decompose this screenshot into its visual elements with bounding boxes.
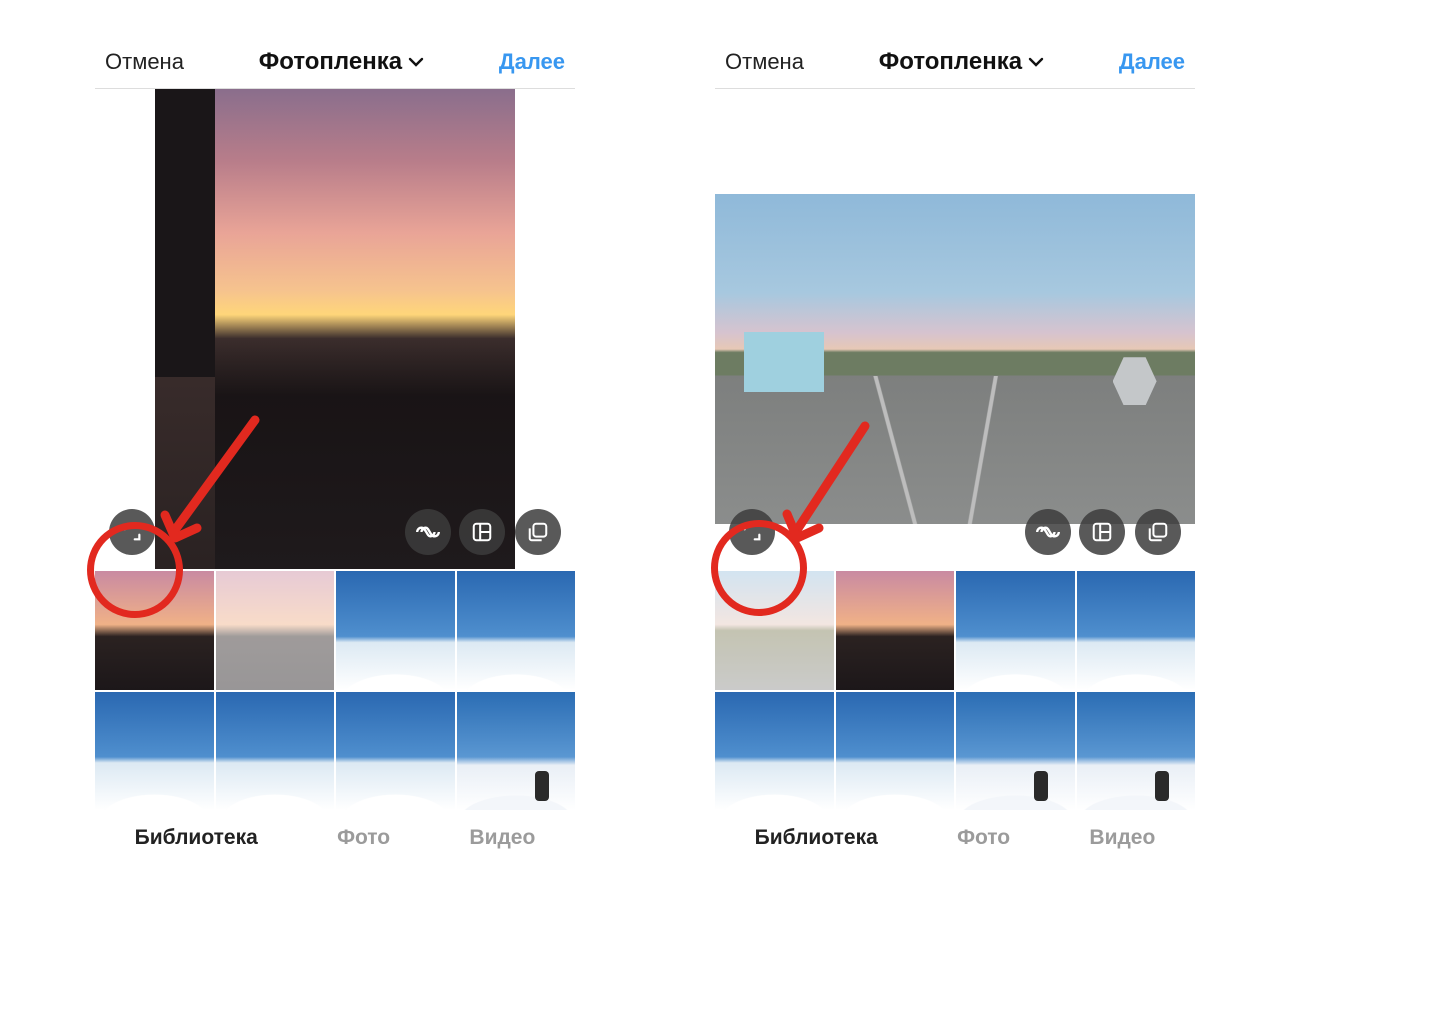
preview-image [155,89,515,569]
album-picker[interactable]: Фотопленка [879,48,1044,76]
thumb[interactable] [715,571,834,690]
tab-library[interactable]: Библиотека [755,826,878,850]
layout-icon [1091,521,1113,543]
bottom-tabs: Библиотека Фото Видео [95,810,575,860]
multi-select-icon [1147,521,1169,543]
layout-button[interactable] [459,509,505,555]
tab-photo[interactable]: Фото [957,826,1010,850]
next-button[interactable]: Далее [499,49,565,75]
nav-bar: Отмена Фотопленка Далее [715,40,1195,89]
thumb[interactable] [956,692,1075,811]
thumb[interactable] [95,692,214,811]
nav-bar: Отмена Фотопленка Далее [95,40,575,89]
album-picker[interactable]: Фотопленка [259,48,424,76]
tab-video[interactable]: Видео [1089,826,1155,850]
thumb[interactable] [836,571,955,690]
thumb[interactable] [216,692,335,811]
next-button[interactable]: Далее [1119,49,1185,75]
expand-icon [121,521,143,543]
boomerang-button[interactable] [405,509,451,555]
tab-library[interactable]: Библиотека [135,826,258,850]
thumb[interactable] [956,571,1075,690]
photo-grid [715,571,1195,810]
multi-select-button[interactable] [515,509,561,555]
layout-icon [471,521,493,543]
layout-button[interactable] [1079,509,1125,555]
expand-button[interactable] [729,509,775,555]
chevron-down-icon [1028,54,1044,70]
infinity-icon [415,519,441,545]
phone-screen-left: Отмена Фотопленка Далее Библиотека [95,40,575,860]
cancel-button[interactable]: Отмена [105,49,184,75]
expand-button[interactable] [109,509,155,555]
photo-preview[interactable] [715,89,1195,569]
expand-icon [741,521,763,543]
thumb[interactable] [336,571,455,690]
album-title: Фотопленка [259,48,402,76]
preview-image [715,194,1195,524]
boomerang-button[interactable] [1025,509,1071,555]
bottom-tabs: Библиотека Фото Видео [715,810,1195,860]
photo-preview[interactable] [95,89,575,569]
thumb[interactable] [216,571,335,690]
thumb[interactable] [457,692,576,811]
thumb[interactable] [836,692,955,811]
chevron-down-icon [408,54,424,70]
thumb[interactable] [715,692,834,811]
multi-select-button[interactable] [1135,509,1181,555]
thumb[interactable] [95,571,214,690]
thumb[interactable] [457,571,576,690]
photo-grid [95,571,575,810]
tab-photo[interactable]: Фото [337,826,390,850]
tab-video[interactable]: Видео [469,826,535,850]
thumb[interactable] [1077,692,1196,811]
road-lines [715,376,1195,525]
multi-select-icon [527,521,549,543]
album-title: Фотопленка [879,48,1022,76]
infinity-icon [1035,519,1061,545]
thumb[interactable] [336,692,455,811]
thumb[interactable] [1077,571,1196,690]
phone-screen-right: Отмена Фотопленка Далее [715,40,1195,860]
cancel-button[interactable]: Отмена [725,49,804,75]
